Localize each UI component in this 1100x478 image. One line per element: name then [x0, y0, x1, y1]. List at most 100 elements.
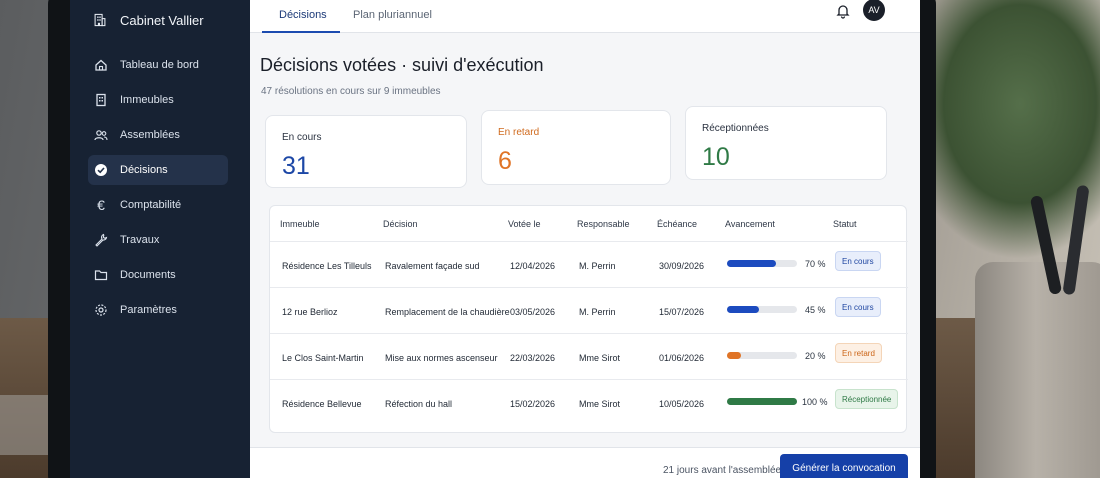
stat-label: En retard — [498, 127, 540, 138]
cell-votee: 15/02/2026 — [510, 399, 556, 409]
main-content: Décisions Plan pluriannuel AV Décisions … — [250, 0, 920, 478]
progress-label: 100 % — [802, 397, 828, 407]
cell-echeance: 30/09/2026 — [659, 261, 705, 271]
status-badge: En cours — [835, 297, 881, 317]
stat-card-receptionnees: Réceptionnées 10 — [685, 106, 887, 180]
cell-echeance: 10/05/2026 — [659, 399, 705, 409]
sidebar-item-label: Tableau de bord — [120, 59, 199, 71]
cell-echeance: 15/07/2026 — [659, 307, 705, 317]
column-header: Échéance — [657, 219, 698, 229]
progress-fill — [727, 352, 741, 359]
sidebar: Cabinet Vallier Tableau de bord Immeuble… — [70, 0, 250, 478]
progress-label: 70 % — [805, 259, 826, 269]
office-building-icon — [90, 10, 110, 30]
progress-bar — [727, 398, 797, 405]
cell-votee: 03/05/2026 — [510, 307, 556, 317]
table-row[interactable]: 12 rue Berlioz Remplacement de la chaudi… — [270, 287, 908, 333]
status-badge: Réceptionnée — [835, 389, 899, 409]
pen-holder-cup — [975, 262, 1100, 478]
decisions-table: Immeuble Décision Votée le Responsable É… — [269, 205, 908, 433]
column-header: Immeuble — [280, 219, 320, 229]
page-subtitle: 47 résolutions en cours sur 9 immeubles — [261, 86, 441, 97]
sidebar-item-travaux[interactable]: Travaux — [88, 225, 228, 255]
sidebar-item-label: Travaux — [120, 234, 160, 246]
page-title: Décisions votées · suivi d'exécution — [260, 55, 544, 75]
cell-responsable: M. Perrin — [579, 261, 616, 271]
cell-decision: Remplacement de la chaudière — [385, 307, 510, 317]
column-header: Responsable — [577, 219, 630, 229]
sidebar-item-label: Comptabilité — [120, 199, 182, 211]
top-bar: Décisions Plan pluriannuel AV — [250, 0, 920, 33]
stat-value: 6 — [498, 147, 512, 175]
sidebar-item-tableau-de-bord[interactable]: Tableau de bord — [88, 50, 228, 80]
progress-fill — [727, 260, 776, 267]
cell-responsable: M. Perrin — [579, 307, 616, 317]
folder-icon — [94, 268, 108, 282]
progress-bar — [727, 306, 797, 313]
column-header: Avancement — [725, 219, 775, 229]
sidebar-item-label: Assemblées — [120, 129, 180, 141]
stat-card-en-retard: En retard 6 — [481, 110, 671, 185]
sidebar-item-assemblees[interactable]: Assemblées — [88, 120, 228, 150]
cell-votee: 22/03/2026 — [510, 353, 556, 363]
stat-value: 10 — [702, 143, 730, 171]
cell-decision: Réfection du hall — [385, 399, 453, 409]
app-screen: Cabinet Vallier Tableau de bord Immeuble… — [70, 0, 920, 478]
cell-decision: Ravalement façade sud — [385, 261, 480, 271]
euro-icon: € — [97, 197, 105, 213]
tab-plan-pluriannuel[interactable]: Plan pluriannuel — [353, 9, 432, 21]
progress-fill — [727, 398, 797, 405]
table-row[interactable]: Le Clos Saint-Martin Mise aux normes asc… — [270, 333, 908, 379]
bell-icon[interactable] — [835, 3, 851, 19]
brand[interactable]: Cabinet Vallier — [70, 0, 250, 34]
status-badge: En retard — [835, 343, 882, 363]
progress-label: 45 % — [805, 305, 826, 315]
column-header: Votée le — [508, 219, 541, 229]
progress-bar — [727, 352, 797, 359]
cell-echeance: 01/06/2026 — [659, 353, 705, 363]
sidebar-nav: Tableau de bord Immeubles Assemblées Déc… — [70, 50, 250, 325]
stat-value: 31 — [282, 152, 310, 180]
sidebar-item-label: Immeubles — [120, 94, 174, 106]
building-icon — [94, 93, 108, 107]
sidebar-item-label: Documents — [120, 269, 176, 281]
column-header: Statut — [833, 219, 857, 229]
cell-immeuble: Résidence Les Tilleuls — [282, 261, 372, 271]
cell-decision: Mise aux normes ascenseur — [385, 353, 498, 363]
status-badge: En cours — [835, 251, 881, 271]
cell-responsable: Mme Sirot — [579, 399, 621, 409]
stat-label: En cours — [282, 132, 322, 143]
progress-fill — [727, 306, 759, 313]
sidebar-item-documents[interactable]: Documents — [88, 260, 228, 290]
cell-immeuble: Résidence Bellevue — [282, 399, 362, 409]
check-circle-icon — [94, 163, 108, 177]
sidebar-item-label: Paramètres — [120, 304, 177, 316]
cell-immeuble: Le Clos Saint-Martin — [282, 353, 364, 363]
sidebar-item-label: Décisions — [120, 164, 168, 176]
sidebar-item-immeubles[interactable]: Immeubles — [88, 85, 228, 115]
cell-votee: 12/04/2026 — [510, 261, 556, 271]
active-tab-indicator — [262, 31, 340, 33]
cell-responsable: Mme Sirot — [579, 353, 621, 363]
avatar[interactable]: AV — [863, 0, 885, 21]
gear-icon — [94, 303, 108, 317]
tab-decisions[interactable]: Décisions — [279, 9, 327, 21]
progress-bar — [727, 260, 797, 267]
footer-bar: 21 jours avant l'assemblée Générer la co… — [250, 447, 920, 478]
progress-label: 20 % — [805, 351, 826, 361]
home-icon — [94, 58, 108, 72]
wrench-icon — [94, 233, 108, 247]
stat-label: Réceptionnées — [702, 123, 769, 134]
cell-immeuble: 12 rue Berlioz — [282, 307, 338, 317]
sidebar-item-parametres[interactable]: Paramètres — [88, 295, 228, 325]
table-row[interactable]: Résidence Les Tilleuls Ravalement façade… — [270, 241, 908, 287]
app-name: Cabinet Vallier — [120, 12, 204, 28]
users-icon — [94, 128, 108, 142]
sidebar-item-decisions[interactable]: Décisions — [88, 155, 228, 185]
stat-card-en-cours: En cours 31 — [265, 115, 467, 188]
table-row[interactable]: Résidence Bellevue Réfection du hall 15/… — [270, 379, 908, 425]
column-header: Décision — [383, 219, 418, 229]
assembly-countdown: 21 jours avant l'assemblée — [663, 465, 782, 476]
generate-convocation-button[interactable]: Générer la convocation — [780, 454, 908, 478]
sidebar-item-comptabilite[interactable]: € Comptabilité — [88, 190, 228, 220]
